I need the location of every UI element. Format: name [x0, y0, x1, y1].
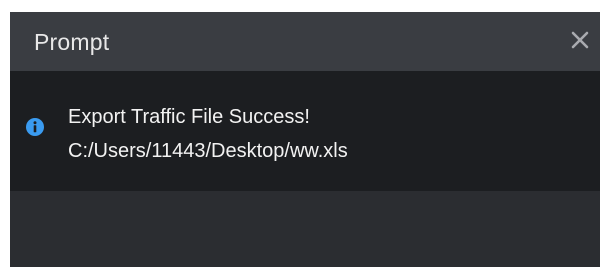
- prompt-dialog: Prompt Export Traffic File Success! C:/U…: [10, 12, 600, 267]
- dialog-titlebar: Prompt: [10, 12, 600, 71]
- info-icon: [26, 118, 44, 136]
- close-icon[interactable]: [566, 26, 594, 54]
- dialog-footer: [10, 191, 600, 267]
- message-area: Export Traffic File Success! C:/Users/11…: [10, 71, 600, 191]
- message-text: Export Traffic File Success!: [68, 106, 310, 128]
- file-path-text: C:/Users/11443/Desktop/ww.xls: [68, 140, 348, 162]
- dialog-title: Prompt: [34, 29, 110, 55]
